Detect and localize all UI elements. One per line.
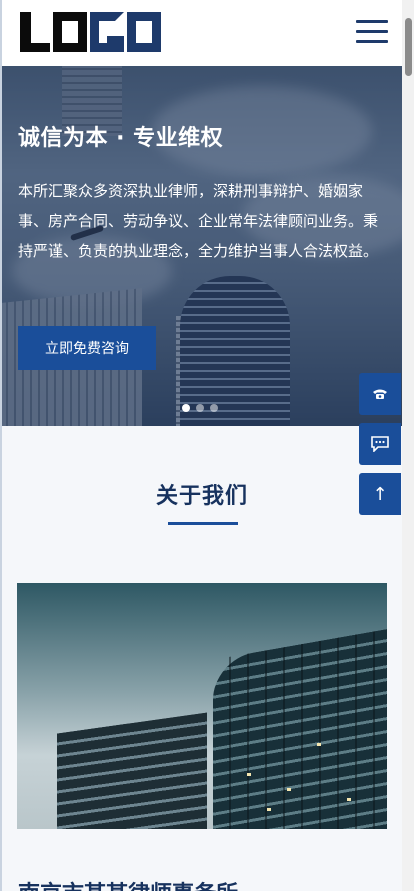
hero-banner: 诚信为本 · 专业维权 本所汇聚众多资深执业律师，深耕刑事辩护、婚姻家事、房产合…	[2, 66, 402, 426]
page: 诚信为本 · 专业维权 本所汇聚众多资深执业律师，深耕刑事辩护、婚姻家事、房产合…	[0, 0, 402, 891]
back-to-top-button[interactable]: ↑	[359, 473, 401, 515]
phone-icon	[373, 389, 387, 399]
phone-button[interactable]	[359, 373, 401, 415]
free-consult-button[interactable]: 立即免费咨询	[18, 326, 156, 370]
scrollbar[interactable]	[402, 0, 414, 891]
arrow-up-icon: ↑	[372, 483, 388, 505]
title-underline	[168, 522, 238, 525]
carousel-dot[interactable]	[210, 404, 218, 412]
hero-title: 诚信为本 · 专业维权	[18, 126, 224, 151]
hamburger-menu-icon[interactable]	[356, 20, 388, 46]
logo-letter-o2	[127, 12, 161, 52]
hero-description: 本所汇聚众多资深执业律师，深耕刑事辩护、婚姻家事、房产合同、劳动争议、企业常年法…	[18, 182, 379, 260]
site-logo[interactable]	[20, 12, 161, 56]
carousel-dot[interactable]	[196, 404, 204, 412]
section-title-about: 关于我们	[155, 484, 248, 509]
logo-letter-g	[90, 12, 124, 52]
site-header	[2, 0, 402, 66]
firm-name-heading: 南京市某某律师事务所	[18, 876, 238, 891]
logo-letter-l	[20, 12, 50, 52]
scrollbar-thumb[interactable]	[405, 18, 412, 76]
chat-icon	[371, 436, 389, 452]
carousel-dots	[182, 404, 218, 412]
about-image	[17, 583, 387, 829]
logo-letter-o	[53, 12, 87, 52]
hero-content: 诚信为本 · 专业维权 本所汇聚众多资深执业律师，深耕刑事辩护、婚姻家事、房产合…	[18, 120, 390, 266]
chat-button[interactable]	[359, 423, 401, 465]
carousel-dot[interactable]	[182, 404, 190, 412]
